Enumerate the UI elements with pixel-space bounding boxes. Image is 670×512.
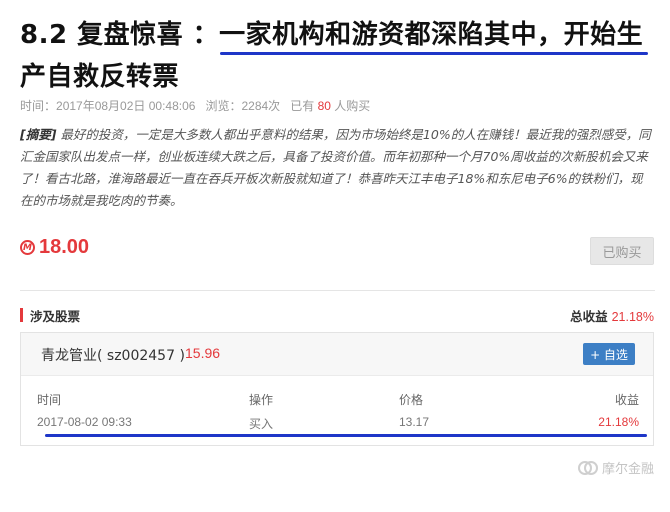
trade-price: 13.17 <box>399 415 430 429</box>
article-page: 8.2 复盘惊喜 ：一家机构和游资都深陷其中，开始生 产自救反转票 时间：201… <box>0 0 670 512</box>
time-value: 2017年08月02日 00:48:06 <box>56 99 196 113</box>
title-plain: 8.2 复盘惊喜 ： <box>20 20 220 50</box>
summary-text: 最好的投资，一定是大多数人都出乎意料的结果，因为市场始终是10%的人在赚钱！最近… <box>20 127 651 208</box>
total-profit-label: 总收益 <box>570 309 608 324</box>
stock-card: 青龙管业( sz002457 ) 15.96 + 自选 时间 操作 价格 收益 … <box>20 332 654 446</box>
bought-prefix: 已有 <box>290 99 315 113</box>
article-meta: 时间：2017年08月02日 00:48:06 浏览：2284次 已有 80 人… <box>20 97 370 114</box>
title-line-2: 产自救反转票 <box>20 56 650 98</box>
total-profit: 总收益 21.18% <box>570 306 654 325</box>
col-header-time: 时间 <box>37 393 62 407</box>
add-watchlist-button[interactable]: + 自选 <box>583 343 635 365</box>
price-value: 18.00 <box>39 236 90 258</box>
purchased-button[interactable]: 已购买 <box>590 237 654 265</box>
section-accent-bar <box>20 308 23 322</box>
col-header-price: 价格 <box>399 393 424 407</box>
stock-price: 15.96 <box>185 345 221 361</box>
trade-action: 买入 <box>249 417 274 431</box>
title-underline-mark <box>220 52 648 55</box>
title-highlight-1: 一家机构和游资都深陷其中，开始生 <box>219 20 644 50</box>
section-divider <box>20 290 655 291</box>
bought-suffix: 人购买 <box>334 99 371 113</box>
watermark-logo-icon <box>577 460 598 476</box>
stock-card-header: 青龙管业( sz002457 ) 15.96 + 自选 <box>21 333 653 376</box>
article-summary: [摘要] 最好的投资，一定是大多数人都出乎意料的结果，因为市场始终是10%的人在… <box>20 124 655 212</box>
coin-icon: M <box>20 240 35 255</box>
price-row: M 18.00 <box>20 236 89 259</box>
watermark: 摩尔金融 <box>577 458 654 477</box>
summary-tag: [摘要] <box>20 127 57 142</box>
trade-time: 2017-08-02 09:33 <box>37 415 132 429</box>
views-value: 2284次 <box>241 99 281 113</box>
bought-count: 80 <box>317 99 331 113</box>
title-highlight-2: 产自救反转票 <box>20 62 180 92</box>
stocks-section-title: 涉及股票 <box>30 309 81 324</box>
title-line-1: 8.2 复盘惊喜 ：一家机构和游资都深陷其中，开始生 <box>20 14 650 56</box>
article-title: 8.2 复盘惊喜 ：一家机构和游资都深陷其中，开始生 产自救反转票 <box>20 14 650 98</box>
time-label: 时间： <box>20 99 57 113</box>
col-header-profit: 收益 <box>614 393 639 407</box>
stock-name[interactable]: 青龙管业( sz002457 ) <box>41 345 185 365</box>
watermark-text: 摩尔金融 <box>601 462 654 477</box>
views-label: 浏览： <box>205 99 242 113</box>
trade-profit: 21.18% <box>598 415 639 429</box>
row-underline-mark <box>45 434 647 437</box>
total-profit-value: 21.18% <box>611 310 654 324</box>
col-header-action: 操作 <box>249 393 274 407</box>
